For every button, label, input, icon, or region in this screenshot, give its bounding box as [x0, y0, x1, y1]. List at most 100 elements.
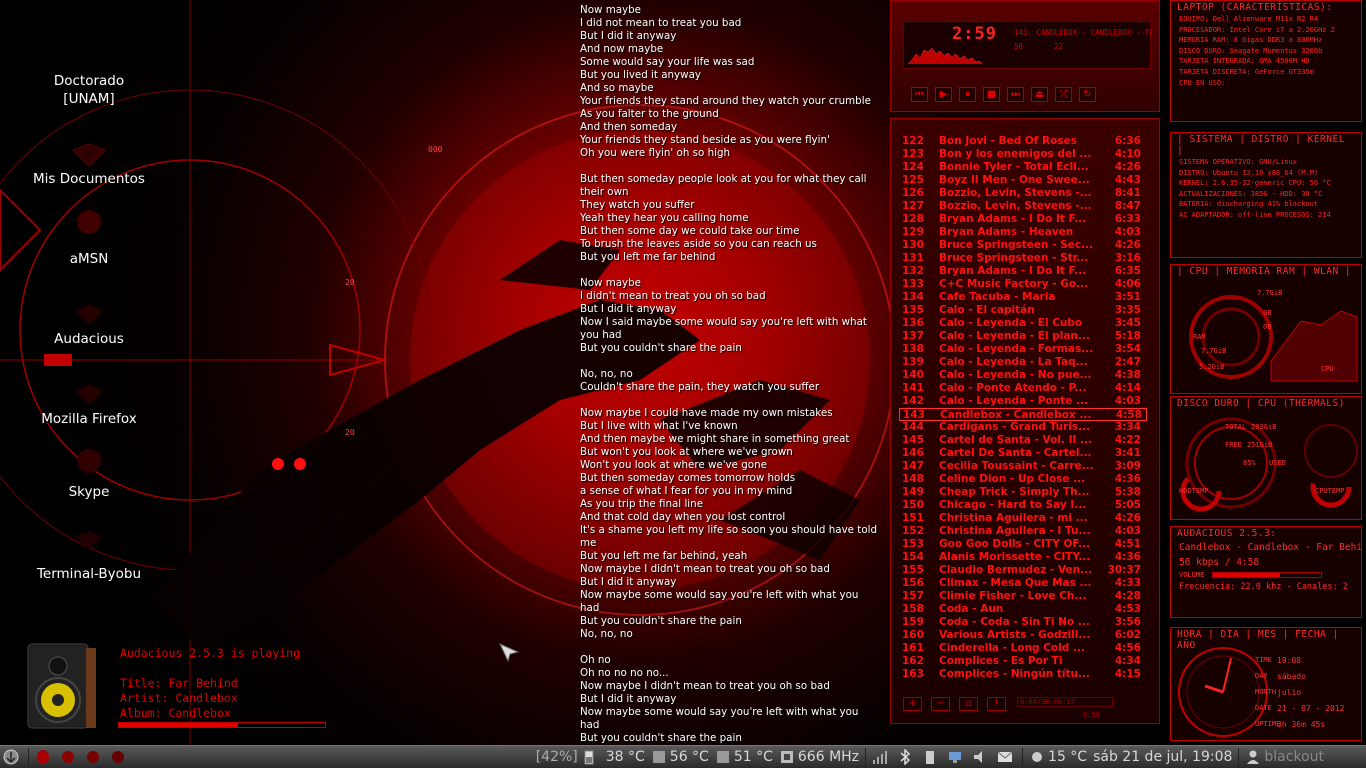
playlist-row-number: 143 — [903, 409, 925, 421]
playlist-panel: 122 Bon Jovi - Bed Of Roses 6:36 123 Bon y l… — [890, 118, 1160, 724]
playlist-row[interactable]: 129 Bryan Adams - Heaven 4:03 — [899, 226, 1147, 239]
network-manager-indicator[interactable] — [944, 746, 969, 768]
launcher-alienware[interactable] — [32, 746, 57, 768]
stop-button[interactable]: ■ — [983, 87, 1000, 102]
playlist-misc-button[interactable]: ! — [987, 697, 1006, 711]
menu-button[interactable] — [0, 746, 25, 768]
gpu-temp: 51 °C — [733, 749, 773, 765]
hdd-temp-indicator[interactable]: 38 °C — [603, 746, 648, 768]
playlist-row[interactable]: 145 Cartel de Santa - Vol. II ... 4:22 — [899, 434, 1147, 447]
playlist-row[interactable]: 124 Bonnie Tyler - Total Ecli... 4:26 — [899, 161, 1147, 174]
playlist-row-duration: 4:58 — [1115, 409, 1142, 421]
playlist-row[interactable]: 149 Cheap Trick - Simply Th... 5:38 — [899, 486, 1147, 499]
playlist-row[interactable]: 140 Calo - Leyenda - No pue... 4:38 — [899, 369, 1147, 382]
play-button[interactable]: ▶ — [935, 87, 952, 102]
next-button[interactable]: ⏭ — [1007, 87, 1024, 102]
playlist-row-duration: 4:26 — [1114, 161, 1141, 173]
playlist-row[interactable]: 135 Calo - El capitán 3:35 — [899, 304, 1147, 317]
playlist-row[interactable]: 159 Coda - Coda - Sin Ti No ... 3:56 — [899, 616, 1147, 629]
playlist-row[interactable]: 142 Calo - Leyenda - Ponte ... 4:03 — [899, 395, 1147, 408]
playlist-row[interactable]: 158 Coda - Aun 4:53 — [899, 603, 1147, 616]
playlist-row[interactable]: 148 Celine Dion - Up Close ... 4:36 — [899, 473, 1147, 486]
launcher-app4[interactable] — [107, 746, 132, 768]
playlist-row[interactable]: 130 Bruce Springsteen - Sec... 4:26 — [899, 239, 1147, 252]
mail-indicator[interactable] — [994, 746, 1019, 768]
audio-player-window[interactable]: 2:59 143. CANDLEBOX - CANDLEBOX - FA 56 … — [890, 0, 1160, 724]
playlist-row[interactable]: 161 Cinderella - Long Cold ... 4:56 — [899, 642, 1147, 655]
desktop-icon-label: Doctorado — [53, 73, 125, 89]
playlist-row[interactable]: 143 Candlebox - Candlebox ... 4:58 — [899, 408, 1147, 421]
playlist-row-title: Calo - Ponte Atendo - P... — [939, 382, 1087, 394]
playlist-row[interactable]: 131 Bruce Springsteen - Str... 3:16 — [899, 252, 1147, 265]
playlist-row[interactable]: 144 Cardigans - Grand Turis... 3:34 — [899, 421, 1147, 434]
playlist-row-duration: 3:41 — [1114, 447, 1141, 459]
desktop-icon-terminal[interactable]: Terminal-Byobu — [0, 525, 178, 583]
playlist-row[interactable]: 141 Calo - Ponte Atendo - P... 4:14 — [899, 382, 1147, 395]
playlist-row[interactable]: 132 Bryan Adams - I Do It F... 6:35 — [899, 265, 1147, 278]
desktop-icon-amsn[interactable]: aMSN — [0, 208, 178, 268]
conky-disk-thermal-panel: DISCO DURO | CPU (THERMALS) TOTAL 293GiB… — [1170, 396, 1362, 520]
bluetooth-indicator[interactable] — [894, 746, 919, 768]
launcher-app2[interactable] — [57, 746, 82, 768]
playlist-select-button[interactable]: ▫ — [959, 697, 978, 711]
playlist-row[interactable]: 133 C+C Music Factory - Go... 4:06 — [899, 278, 1147, 291]
playlist-row[interactable]: 122 Bon Jovi - Bed Of Roses 6:36 — [899, 135, 1147, 148]
playlist-row[interactable]: 160 Various Artists - Godzill... 6:02 — [899, 629, 1147, 642]
playlist-row[interactable]: 139 Calo - Leyenda - La Taq... 2:47 — [899, 356, 1147, 369]
playlist-row[interactable]: 152 Christina Aguilera - I Tu... 4:03 — [899, 525, 1147, 538]
playlist-row[interactable]: 146 Cartel De Santa - Cartel... 3:41 — [899, 447, 1147, 460]
user-menu[interactable]: blackout — [1242, 746, 1366, 768]
playlist-row[interactable]: 138 Calo - Leyenda - Formas... 3:54 — [899, 343, 1147, 356]
desktop-icon-firefox[interactable]: Mozilla Firefox — [0, 380, 178, 428]
playlist-row[interactable]: 162 Complices - Es Por Ti 4:34 — [899, 655, 1147, 668]
pause-button[interactable]: ⏸ — [959, 87, 976, 102]
playlist-add-button[interactable]: + — [903, 697, 922, 711]
chip-icon — [652, 751, 665, 763]
gpu-temp-indicator[interactable]: 51 °C — [712, 746, 776, 768]
playlist-row[interactable]: 147 Cecilia Toussaint - Carre... 3:09 — [899, 460, 1147, 473]
playlist-row-number: 134 — [902, 291, 924, 303]
cpu-temp-indicator[interactable]: 56 °C — [648, 746, 712, 768]
playlist-row[interactable]: 163 Complices - Ningún títu... 4:15 — [899, 668, 1147, 681]
power-indicator[interactable] — [919, 746, 944, 768]
repeat-button[interactable]: ↻ — [1079, 87, 1096, 102]
weather-indicator[interactable]: 15 °C — [1026, 746, 1090, 768]
playlist-row[interactable]: 156 Climax - Mesa Que Mas ... 4:33 — [899, 577, 1147, 590]
playlist-row[interactable]: 154 Alanis Morissette - CITY... 4:36 — [899, 551, 1147, 564]
playlist-row[interactable]: 127 Bozzio, Levin, Stevens -... 8:47 — [899, 200, 1147, 213]
playlist-row-duration: 3:09 — [1114, 460, 1141, 472]
playlist-row[interactable]: 151 Christina Aguilera - mi ... 4:26 — [899, 512, 1147, 525]
volume-indicator[interactable] — [969, 746, 994, 768]
playlist-row[interactable]: 123 Bon y los enemigos del ... 4:10 — [899, 148, 1147, 161]
playlist-row[interactable]: 155 Claudio Bermudez - Ven... 30:37 — [899, 564, 1147, 577]
desktop-icon-doctorado[interactable]: Doctorado [UNAM] — [0, 72, 178, 108]
playlist-row[interactable]: 157 Climie Fisher - Love Ch... 4:28 — [899, 590, 1147, 603]
network-indicator[interactable] — [869, 746, 894, 768]
playlist-row[interactable]: 153 Goo Goo Dolls - CITY OF... 4:51 — [899, 538, 1147, 551]
battery-indicator[interactable]: [42%] — [533, 746, 603, 768]
playlist-total-time: 0:00/38:08:15 — [1017, 697, 1113, 707]
playlist-row-number: 135 — [902, 304, 924, 316]
playlist-row-duration: 3:34 — [1114, 421, 1141, 433]
playlist-row[interactable]: 136 Calo - Leyenda - El Cubo 3:45 — [899, 317, 1147, 330]
alien-icon — [37, 750, 49, 764]
launcher-app3[interactable] — [82, 746, 107, 768]
playlist-row-number: 131 — [902, 252, 924, 264]
playlist-row[interactable]: 128 Bryan Adams - I Do It F... 6:33 — [899, 213, 1147, 226]
desktop-icon-skype[interactable]: Skype — [0, 445, 178, 501]
taskbar-separator — [865, 747, 867, 767]
playlist-row[interactable]: 137 Calo - Leyenda - El plan... 5:18 — [899, 330, 1147, 343]
playlist-row[interactable]: 126 Bozzio, Levin, Stevens -... 8:41 — [899, 187, 1147, 200]
playlist-row[interactable]: 134 Cafe Tacuba - Maria 3:51 — [899, 291, 1147, 304]
clock[interactable]: sáb 21 de jul, 19:08 — [1090, 746, 1235, 768]
desktop-icon-mis-documentos[interactable]: Mis Documentos — [0, 140, 178, 188]
playlist-row[interactable]: 125 Boyz II Men - One Swee... 4:43 — [899, 174, 1147, 187]
eject-button[interactable]: ⏏ — [1031, 87, 1048, 102]
cpu-freq-indicator[interactable]: 666 MHz — [776, 746, 862, 768]
playlist-remove-button[interactable]: − — [931, 697, 950, 711]
playlist-row-number: 155 — [902, 564, 924, 576]
desktop-icon-audacious[interactable]: Audacious — [0, 300, 178, 348]
shuffle-button[interactable]: ⤮ — [1055, 87, 1072, 102]
playlist-row[interactable]: 150 Chicago - Hard to Say I... 5:05 — [899, 499, 1147, 512]
previous-button[interactable]: ⏮ — [911, 87, 928, 102]
